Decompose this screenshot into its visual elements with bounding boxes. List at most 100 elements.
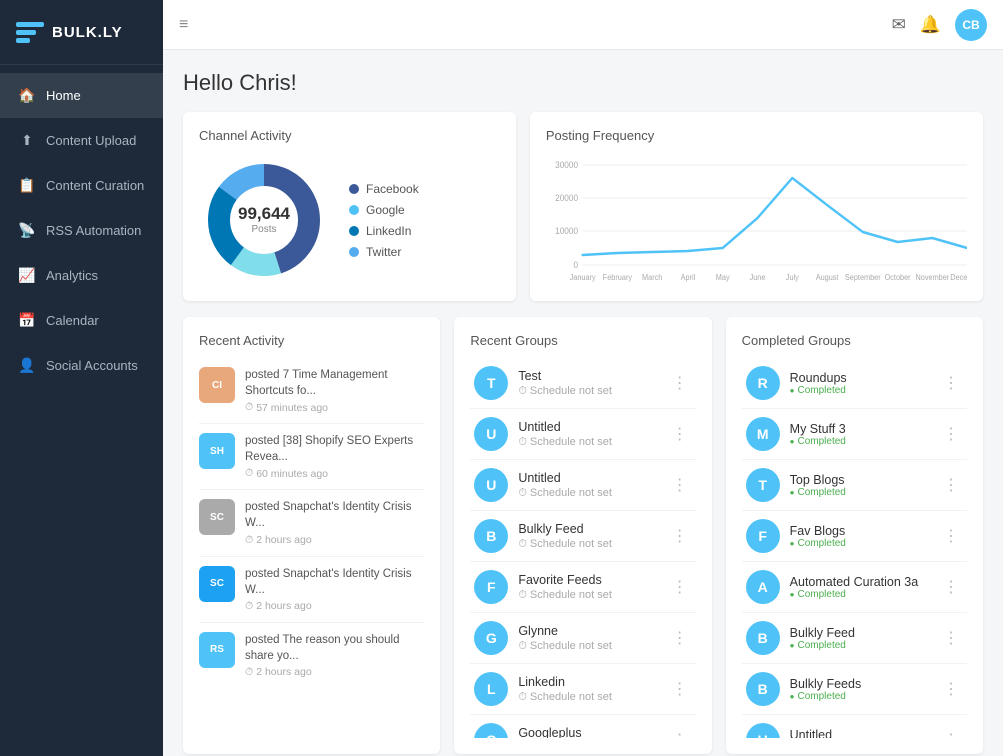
group-menu-button[interactable]: ⋮ <box>668 371 692 395</box>
completed-group-menu-button[interactable]: ⋮ <box>939 677 963 701</box>
activity-avatar: RS <box>199 632 235 668</box>
activity-item: SC posted Snapchat's Identity Crisis W..… <box>199 490 424 556</box>
activity-avatar: SC <box>199 499 235 535</box>
legend-label: Facebook <box>366 182 419 196</box>
sidebar-nav: 🏠 Home⬆ Content Upload📋 Content Curation… <box>0 65 163 756</box>
activity-item: RS posted The reason you should share yo… <box>199 623 424 688</box>
group-name: Untitled <box>518 471 657 485</box>
completed-group-menu-button[interactable]: ⋮ <box>939 728 963 738</box>
sidebar-item-home[interactable]: 🏠 Home <box>0 73 163 118</box>
group-menu-button[interactable]: ⋮ <box>668 473 692 497</box>
group-info: Untitled ⏱Schedule not set <box>518 420 657 449</box>
completed-group-avatar: B <box>746 672 780 706</box>
main-area: ≡ ✉ 🔔 CB Hello Chris! Channel Activity <box>163 0 1003 756</box>
recent-activity-title: Recent Activity <box>199 333 424 348</box>
group-info: Glynne ⏱Schedule not set <box>518 624 657 653</box>
menu-toggle-icon[interactable]: ≡ <box>179 16 188 34</box>
activity-text: posted Snapchat's Identity Crisis W... <box>245 499 424 531</box>
completed-group-menu-button[interactable]: ⋮ <box>939 626 963 650</box>
schedule-clock-icon: ⏱ <box>518 691 527 704</box>
clock-icon: ⏱ <box>245 467 253 480</box>
svg-text:November: November <box>915 273 949 282</box>
channel-activity-title: Channel Activity <box>199 128 500 143</box>
completed-group-avatar: U <box>746 723 780 738</box>
completed-group-info: Bulkly Feeds ●Completed <box>790 677 929 702</box>
activity-text: posted The reason you should share yo... <box>245 632 424 664</box>
legend-dot <box>349 184 359 194</box>
completed-group-avatar: B <box>746 621 780 655</box>
sidebar: BULK.LY 🏠 Home⬆ Content Upload📋 Content … <box>0 0 163 756</box>
recent-groups-title: Recent Groups <box>470 333 695 348</box>
calendar-icon: 📅 <box>18 312 36 329</box>
group-menu-button[interactable]: ⋮ <box>668 575 692 599</box>
completed-group-menu-button[interactable]: ⋮ <box>939 371 963 395</box>
completed-group-avatar: R <box>746 366 780 400</box>
group-avatar: G <box>474 621 508 655</box>
completed-group-info: Bulkly Feed ●Completed <box>790 626 929 651</box>
recent-groups-card: Recent Groups T Test ⏱Schedule not set ⋮… <box>454 317 711 754</box>
channel-legend: Facebook Google LinkedIn Twitter <box>349 182 419 259</box>
sidebar-item-calendar[interactable]: 📅 Calendar <box>0 298 163 343</box>
group-menu-button[interactable]: ⋮ <box>668 626 692 650</box>
completed-group-menu-button[interactable]: ⋮ <box>939 524 963 548</box>
sidebar-item-analytics[interactable]: 📈 Analytics <box>0 253 163 298</box>
activity-info: posted Snapchat's Identity Crisis W... ⏱… <box>245 566 424 613</box>
sidebar-item-content-upload[interactable]: ⬆ Content Upload <box>0 118 163 163</box>
completed-groups-card: Completed Groups R Roundups ●Completed ⋮… <box>726 317 983 754</box>
group-name: Glynne <box>518 624 657 638</box>
mail-icon[interactable]: ✉ <box>892 15 906 35</box>
user-avatar[interactable]: CB <box>955 9 987 41</box>
completed-group-item: F Fav Blogs ●Completed ⋮ <box>742 511 967 562</box>
group-menu-button[interactable]: ⋮ <box>668 524 692 548</box>
channel-activity-inner: 99,644 Posts Facebook Google LinkedIn Tw… <box>199 155 500 285</box>
activity-list: CI posted 7 Time Management Shortcuts fo… <box>199 358 424 688</box>
schedule-clock-icon: ⏱ <box>518 436 527 449</box>
completed-group-menu-button[interactable]: ⋮ <box>939 575 963 599</box>
svg-text:January: January <box>569 273 595 282</box>
sidebar-item-rss-automation[interactable]: 📡 RSS Automation <box>0 208 163 253</box>
clock-icon: ⏱ <box>245 401 253 414</box>
legend-label: LinkedIn <box>366 224 411 238</box>
group-name: Test <box>518 369 657 383</box>
home-icon: 🏠 <box>18 87 36 104</box>
legend-item: Twitter <box>349 245 419 259</box>
group-avatar: B <box>474 519 508 553</box>
sidebar-item-label: Content Curation <box>46 178 144 193</box>
svg-text:20000: 20000 <box>555 193 578 203</box>
content-curation-icon: 📋 <box>18 177 36 194</box>
svg-text:October: October <box>884 273 910 282</box>
donut-chart: 99,644 Posts <box>199 155 329 285</box>
completed-group-name: Fav Blogs <box>790 524 929 538</box>
group-avatar: G <box>474 723 508 738</box>
group-schedule: ⏱Schedule not set <box>518 538 657 551</box>
rss-automation-icon: 📡 <box>18 222 36 239</box>
legend-item: LinkedIn <box>349 224 419 238</box>
posting-frequency-card: Posting Frequency 30000 20000 10000 0 <box>530 112 983 301</box>
sidebar-item-label: Content Upload <box>46 133 136 148</box>
page-greeting: Hello Chris! <box>183 70 983 96</box>
notification-icon[interactable]: 🔔 <box>920 15 941 35</box>
group-schedule: ⏱Schedule not set <box>518 436 657 449</box>
completed-status-badge: ●Completed <box>790 691 929 702</box>
svg-text:10000: 10000 <box>555 226 578 236</box>
activity-item: SC posted Snapchat's Identity Crisis W..… <box>199 557 424 623</box>
posting-frequency-title: Posting Frequency <box>546 128 967 143</box>
group-menu-button[interactable]: ⋮ <box>668 422 692 446</box>
activity-item: SH posted [38] Shopify SEO Experts Revea… <box>199 424 424 490</box>
completed-status-badge: ●Completed <box>790 538 929 549</box>
svg-text:December: December <box>950 273 967 282</box>
completed-group-menu-button[interactable]: ⋮ <box>939 473 963 497</box>
line-chart-svg: 30000 20000 10000 0 January February Mar… <box>546 155 967 285</box>
sidebar-item-social-accounts[interactable]: 👤 Social Accounts <box>0 343 163 388</box>
group-menu-button[interactable]: ⋮ <box>668 677 692 701</box>
content-upload-icon: ⬆ <box>18 132 36 149</box>
sidebar-item-content-curation[interactable]: 📋 Content Curation <box>0 163 163 208</box>
group-menu-button[interactable]: ⋮ <box>668 728 692 738</box>
group-info: Linkedin ⏱Schedule not set <box>518 675 657 704</box>
completed-group-avatar: A <box>746 570 780 604</box>
activity-item: CI posted 7 Time Management Shortcuts fo… <box>199 358 424 424</box>
activity-info: posted Snapchat's Identity Crisis W... ⏱… <box>245 499 424 546</box>
group-item: L Linkedin ⏱Schedule not set ⋮ <box>470 664 695 715</box>
completed-group-menu-button[interactable]: ⋮ <box>939 422 963 446</box>
completed-group-name: Untitled <box>790 728 929 739</box>
